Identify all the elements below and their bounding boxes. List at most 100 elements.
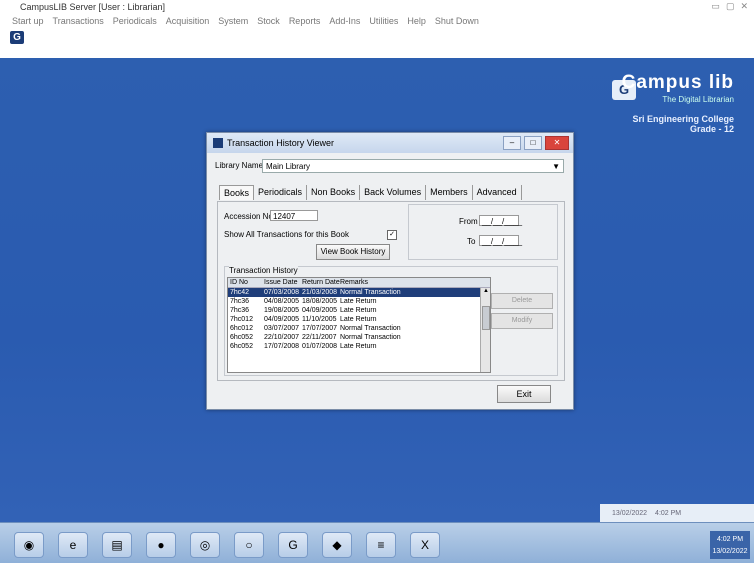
internet-explorer-icon[interactable]: e (58, 532, 88, 558)
menu-stock[interactable]: Stock (257, 16, 280, 26)
modify-button[interactable]: Modify (491, 313, 553, 329)
cell: 6hc012 (230, 325, 253, 332)
scroll-thumb[interactable] (482, 306, 490, 330)
library-name-select[interactable]: Main Library ▼ (262, 159, 564, 173)
menu-startup[interactable]: Start up (12, 16, 44, 26)
cell: 22/11/2007 (302, 334, 337, 341)
menu-system[interactable]: System (218, 16, 248, 26)
column-header[interactable]: Remarks (340, 278, 440, 287)
chrome-icon[interactable]: ◎ (190, 532, 220, 558)
chevron-down-icon[interactable]: ▼ (552, 160, 560, 174)
cell: Late Return (340, 316, 377, 323)
tab-advanced[interactable]: Advanced (473, 185, 522, 200)
menu-shutdown[interactable]: Shut Down (435, 16, 479, 26)
minimize-icon[interactable]: ▭ (711, 1, 720, 12)
brand-block: Campus lib The Digital Librarian Sri Eng… (622, 72, 734, 134)
menu-addins[interactable]: Add-Ins (329, 16, 360, 26)
tab-non-books[interactable]: Non Books (307, 185, 361, 200)
campuslib-logo-icon[interactable]: G (10, 31, 24, 44)
maximize-icon[interactable]: ▢ (726, 1, 735, 12)
column-header[interactable]: ID No (228, 278, 264, 287)
accession-label: Accession No (224, 212, 273, 221)
column-header[interactable]: Return Date (302, 278, 340, 287)
cell: Late Return (340, 298, 377, 305)
app-toolbar: G (0, 28, 754, 58)
menu-utilities[interactable]: Utilities (369, 16, 398, 26)
table-row[interactable]: 7hc42 07/03/2008 21/03/2008 Normal Trans… (228, 288, 490, 297)
cell: 17/07/2008 (264, 343, 300, 350)
table-row[interactable]: 7hc36 19/08/2005 04/09/2005 Late Return (228, 306, 490, 315)
cell: 04/09/2005 (264, 316, 300, 323)
exit-button[interactable]: Exit (497, 385, 551, 403)
windows-start-icon[interactable]: ◉ (14, 532, 44, 558)
menu-periodicals[interactable]: Periodicals (113, 16, 157, 26)
tab-books[interactable]: Books (219, 185, 255, 200)
menu-transactions[interactable]: Transactions (53, 16, 104, 26)
clock-time: 4:02 PM (716, 536, 744, 543)
cell: 01/07/2008 (302, 343, 338, 350)
cell: 07/03/2008 (264, 289, 300, 296)
minimize-icon[interactable]: – (503, 136, 521, 150)
clock[interactable]: 4:02 PM 13/02/2022 (710, 531, 750, 559)
table-row[interactable]: 6hc052 22/10/2007 22/11/2007 Normal Tran… (228, 333, 490, 342)
cell: 19/08/2005 (264, 307, 300, 314)
library-name-value: Main Library (266, 162, 311, 171)
show-all-label: Show All Transactions for this Book (224, 230, 349, 239)
close-icon[interactable]: ✕ (740, 1, 748, 12)
table-row[interactable]: 7hc012 04/09/2005 11/10/2005 Late Return (228, 315, 490, 324)
from-label: From (459, 217, 478, 226)
system-status-bar: 13/02/2022 4:02 PM (600, 504, 754, 522)
from-date-input[interactable]: __/__/____ (479, 215, 522, 226)
status-time: 4:02 PM (655, 509, 682, 517)
to-date-input[interactable]: __/__/____ (479, 235, 522, 246)
notepad-icon[interactable]: ≡ (366, 532, 396, 558)
menu-reports[interactable]: Reports (289, 16, 321, 26)
window-title-bar[interactable]: Transaction History Viewer – □ ✕ (207, 133, 573, 153)
to-label: To (467, 237, 476, 246)
tab-periodicals[interactable]: Periodicals (254, 185, 308, 200)
books-tab-panel: Accession No 12407 Show All Transactions… (217, 201, 565, 381)
menu-acquisition[interactable]: Acquisition (166, 16, 210, 26)
cell: Normal Transaction (340, 334, 401, 341)
cell: 18/08/2005 (302, 298, 338, 305)
cell: 7hc36 (230, 298, 250, 305)
transaction-history-grid[interactable]: ID No Issue Date Return Date Remarks 7hc… (227, 277, 491, 373)
brand-name: Campus lib (621, 72, 734, 93)
app-icon[interactable]: ◆ (322, 532, 352, 558)
cell: 04/09/2005 (302, 307, 338, 314)
view-book-history-button[interactable]: View Book History (316, 244, 390, 260)
window-title: Transaction History Viewer (227, 138, 335, 148)
maximize-icon[interactable]: □ (524, 136, 542, 150)
scroll-up-icon[interactable]: ▲ (483, 288, 489, 294)
close-icon[interactable]: ✕ (545, 136, 569, 150)
cell: Late Return (340, 343, 377, 350)
app-icon (213, 138, 223, 148)
grid-scrollbar[interactable]: ▲ (480, 288, 490, 372)
menu-help[interactable]: Help (407, 16, 426, 26)
cell: 11/10/2005 (302, 316, 337, 323)
table-row[interactable]: 7hc36 04/08/2005 18/08/2005 Late Return (228, 297, 490, 306)
media-player-icon[interactable]: ○ (234, 532, 264, 558)
cell: 7hc36 (230, 307, 250, 314)
library-name-label: Library Name (215, 161, 264, 170)
cell: 17/07/2007 (302, 325, 338, 332)
delete-button[interactable]: Delete (491, 293, 553, 309)
brand-tagline: The Digital Librarian (662, 95, 734, 104)
table-row[interactable]: 6hc052 17/07/2008 01/07/2008 Late Return (228, 342, 490, 351)
column-header[interactable]: Issue Date (264, 278, 302, 287)
transaction-history-label: Transaction History (229, 266, 298, 275)
folder-icon[interactable]: ▤ (102, 532, 132, 558)
campuslib-icon[interactable]: G (278, 532, 308, 558)
cell: 7hc42 (230, 289, 250, 296)
table-row[interactable]: 6hc012 03/07/2007 17/07/2007 Normal Tran… (228, 324, 490, 333)
excel-icon[interactable]: X (410, 532, 440, 558)
accession-input[interactable]: 12407 (270, 210, 318, 221)
app-title: CampusLIB Server [User : Librarian] (20, 2, 166, 12)
app-menu-bar: Start up Transactions Periodicals Acquis… (0, 14, 754, 28)
tab-back-volumes[interactable]: Back Volumes (360, 185, 427, 200)
firefox-icon[interactable]: ● (146, 532, 176, 558)
show-all-checkbox[interactable]: ✓ (387, 230, 397, 240)
cell: 04/08/2005 (264, 298, 300, 305)
tab-members[interactable]: Members (426, 185, 473, 200)
system-tray: 4:02 PM 13/02/2022 (622, 529, 750, 559)
